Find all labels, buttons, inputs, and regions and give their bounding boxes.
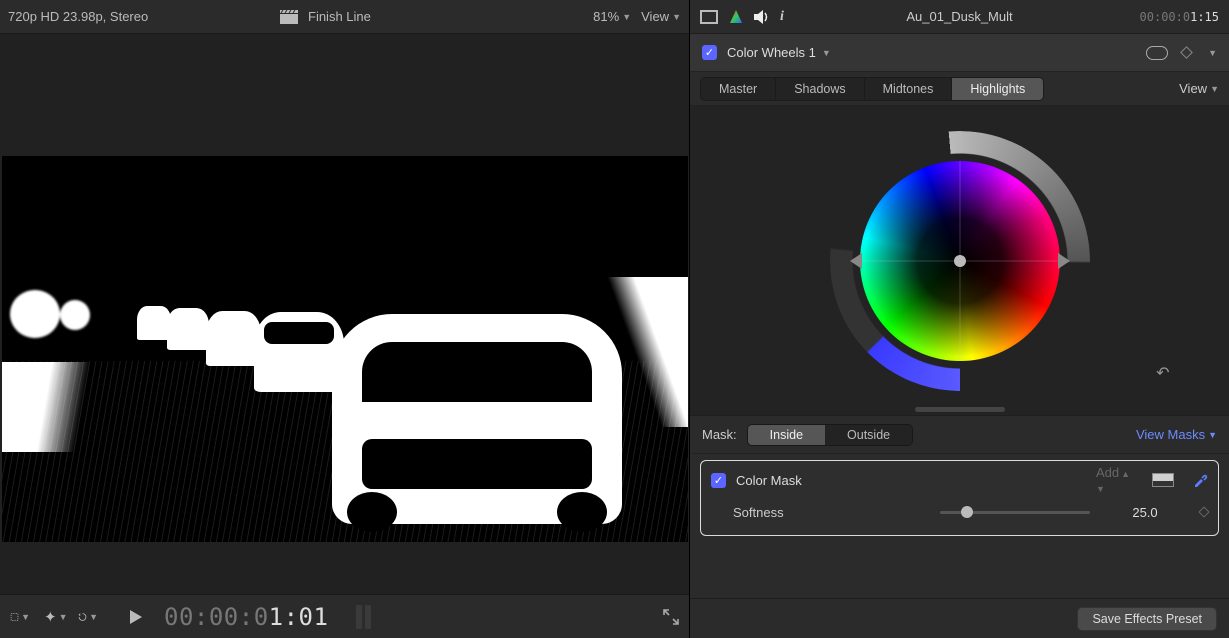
seg-midtones[interactable]: Midtones: [865, 78, 953, 100]
video-inspector-icon[interactable]: [700, 10, 718, 24]
tone-range-segmented[interactable]: Master Shadows Midtones Highlights: [700, 77, 1044, 101]
mask-shape-icon[interactable]: [1146, 46, 1168, 60]
seg-inside[interactable]: Inside: [748, 425, 825, 445]
view-masks-dropdown[interactable]: View Masks▼: [1136, 427, 1217, 442]
chevron-down-icon: ▼: [672, 12, 681, 22]
audio-meters: [356, 605, 371, 629]
retime-dropdown[interactable]: ▼: [78, 609, 98, 625]
softness-label: Softness: [733, 505, 784, 520]
effect-header-row: ✓ Color Wheels 1▼ ▼: [690, 34, 1229, 72]
wheel-nudge-left-icon[interactable]: [850, 253, 862, 269]
color-mask-title: Color Mask: [736, 473, 802, 488]
color-mask-panel: ✓ Color Mask Add▲▼ Softness 25.0: [700, 460, 1219, 536]
slider-thumb[interactable]: [961, 506, 973, 518]
color-wheel-control[interactable]: ↶: [830, 131, 1090, 391]
effect-enable-checkbox[interactable]: ✓: [702, 45, 717, 60]
project-title: Finish Line: [308, 9, 371, 24]
inspector-timecode: 00:00:01:15: [1140, 10, 1219, 24]
view-dropdown[interactable]: View▼: [641, 9, 681, 24]
viewer-image: [2, 156, 688, 542]
reset-icon[interactable]: ↶: [1156, 363, 1169, 383]
crop-tool-dropdown[interactable]: ▼: [10, 609, 30, 625]
play-button[interactable]: [130, 610, 150, 624]
color-wheel-area: ↶: [690, 106, 1229, 416]
eyedropper-icon[interactable]: [1192, 472, 1208, 488]
mask-row: Mask: Inside Outside View Masks▼: [690, 416, 1229, 454]
wheel-nudge-right-icon[interactable]: [1058, 253, 1070, 269]
viewer-canvas[interactable]: [0, 34, 689, 594]
fullscreen-icon[interactable]: [663, 609, 679, 625]
effect-name-dropdown[interactable]: Color Wheels 1▼: [727, 45, 831, 60]
chevron-down-icon: ▼: [622, 12, 631, 22]
softness-value[interactable]: 25.0: [1100, 505, 1190, 520]
chevron-down-icon: ▼: [59, 612, 68, 622]
chevron-down-icon: ▼: [21, 612, 30, 622]
mask-inside-outside-segmented[interactable]: Inside Outside: [747, 424, 913, 446]
clapperboard-icon: [280, 10, 298, 24]
viewer-bottombar: ▼ ✦▼ ▼ 00:00:01:01: [0, 594, 689, 638]
color-swatch[interactable]: [1152, 473, 1174, 487]
softness-slider[interactable]: [940, 511, 1090, 514]
viewer-timecode[interactable]: 00:00:01:01: [164, 603, 328, 631]
audio-inspector-icon[interactable]: [754, 10, 770, 24]
chevron-down-icon: ▼: [1210, 84, 1219, 94]
chevron-down-icon[interactable]: ▼: [1208, 48, 1217, 58]
seg-outside[interactable]: Outside: [825, 425, 912, 445]
info-inspector-icon[interactable]: i: [780, 9, 784, 25]
viewer-pane: 720p HD 23.98p, Stereo Finish Line 81%▼ …: [0, 0, 690, 638]
seg-highlights[interactable]: Highlights: [952, 78, 1043, 100]
chevron-down-icon: ▼: [1208, 430, 1217, 440]
effects-tool-dropdown[interactable]: ✦▼: [44, 608, 64, 626]
seg-shadows[interactable]: Shadows: [776, 78, 864, 100]
save-effects-preset-button[interactable]: Save Effects Preset: [1077, 607, 1217, 631]
wheel-center-handle[interactable]: [954, 255, 966, 267]
inspector-footer: Save Effects Preset: [690, 598, 1229, 638]
keyframe-icon[interactable]: [1198, 506, 1209, 517]
viewer-topbar: 720p HD 23.98p, Stereo Finish Line 81%▼ …: [0, 0, 689, 34]
keyframe-icon[interactable]: [1180, 46, 1193, 59]
wand-icon: ✦: [44, 608, 57, 626]
color-mask-enable-checkbox[interactable]: ✓: [711, 473, 726, 488]
chevron-down-icon: ▼: [89, 612, 98, 622]
inspector-pane: i Au_01_Dusk_Mult 00:00:01:15 ✓ Color Wh…: [690, 0, 1229, 638]
zoom-dropdown[interactable]: 81%▼: [593, 9, 631, 24]
format-label: 720p HD 23.98p, Stereo: [8, 9, 148, 24]
wheel-selector-bar: Master Shadows Midtones Highlights View▼: [690, 72, 1229, 106]
scroll-indicator: [915, 407, 1005, 412]
wheel-view-dropdown[interactable]: View▼: [1179, 81, 1219, 96]
mask-label: Mask:: [702, 427, 737, 442]
add-mask-dropdown[interactable]: Add▲▼: [1096, 465, 1130, 495]
seg-master[interactable]: Master: [701, 78, 776, 100]
inspector-topbar: i Au_01_Dusk_Mult 00:00:01:15: [690, 0, 1229, 34]
chevron-down-icon: ▼: [822, 48, 831, 58]
color-inspector-icon[interactable]: [728, 9, 744, 25]
